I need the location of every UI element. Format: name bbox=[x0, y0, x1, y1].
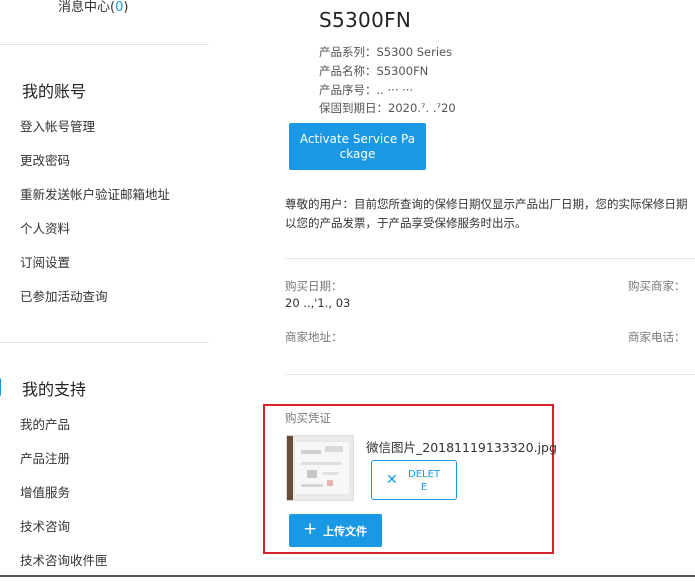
thumbnail-image bbox=[287, 436, 353, 500]
sidebar-item-events[interactable]: 已参加活动查询 bbox=[20, 286, 108, 305]
sidebar-item-profile[interactable]: 个人资料 bbox=[20, 218, 70, 237]
message-center-label: 消息中心( bbox=[58, 0, 116, 15]
upload-button-label: 上传文件 bbox=[323, 525, 367, 538]
section-title-support: 我的支持 bbox=[22, 380, 87, 399]
section-title-account: 我的账号 bbox=[22, 82, 87, 101]
active-section-marker bbox=[0, 378, 1, 396]
purchase-voucher-title: 购买凭证 bbox=[285, 411, 331, 425]
divider bbox=[0, 342, 209, 343]
sidebar-item-tech-inbox[interactable]: 技术咨询收件匣 bbox=[20, 550, 108, 569]
sidebar-item-value-added[interactable]: 增值服务 bbox=[20, 482, 70, 501]
close-icon: ✕ bbox=[386, 472, 398, 488]
merchant-label: 购买商家： bbox=[628, 279, 686, 293]
activate-button-line1: Activate Service Pa bbox=[299, 132, 416, 146]
sidebar-item-my-products[interactable]: 我的产品 bbox=[20, 414, 70, 433]
voucher-thumbnail[interactable] bbox=[286, 435, 354, 501]
sidebar-item-change-password[interactable]: 更改密码 bbox=[20, 150, 70, 169]
delete-file-button[interactable]: ✕ DELET E bbox=[371, 460, 457, 500]
product-name: 产品名称：S5300FN bbox=[319, 64, 429, 78]
product-title: S5300FN bbox=[319, 8, 412, 32]
sidebar: 消息中心(0) 我的账号 登入帐号管理 更改密码 重新发送帐户验证邮箱地址 个人… bbox=[0, 0, 209, 568]
divider bbox=[285, 374, 695, 375]
upload-file-button[interactable]: + 上传文件 bbox=[289, 514, 382, 547]
message-center-close: ) bbox=[123, 0, 129, 15]
delete-label-line1: DELET bbox=[408, 469, 441, 480]
sidebar-item-tech-consult[interactable]: 技术咨询 bbox=[20, 516, 70, 535]
delete-label-line2: E bbox=[420, 482, 428, 493]
divider bbox=[285, 258, 695, 259]
sidebar-item-product-registration[interactable]: 产品注册 bbox=[20, 448, 70, 467]
product-series: 产品系列：S5300 Series bbox=[319, 45, 453, 59]
delete-button-label: DELET E bbox=[408, 468, 440, 494]
main-content: S5300FN 产品系列：S5300 Series 产品名称：S5300FN 产… bbox=[209, 0, 695, 565]
bottom-border bbox=[0, 575, 695, 577]
activate-service-package-button[interactable]: Activate Service Pa ckage bbox=[289, 123, 426, 170]
voucher-file-name: 微信图片_20181119133320.jpg bbox=[366, 440, 557, 455]
purchase-date-value: 20 ..,'1., 03 bbox=[285, 296, 351, 310]
product-serial: 产品序号：.. ··· ··· bbox=[319, 83, 414, 97]
merchant-phone-label: 商家电话： bbox=[628, 330, 686, 344]
sidebar-item-login-account[interactable]: 登入帐号管理 bbox=[20, 116, 95, 135]
sidebar-item-subscription[interactable]: 订阅设置 bbox=[20, 252, 70, 271]
purchase-date-label: 购买日期： bbox=[285, 279, 343, 293]
activate-button-line2: ckage bbox=[339, 147, 376, 161]
plus-icon: + bbox=[303, 519, 318, 539]
divider bbox=[0, 44, 209, 45]
warranty-notice: 尊敬的用户：目前您所查询的保修日期仅显示产品出厂日期，您的实际保修日期以您的产品… bbox=[285, 197, 688, 230]
warranty-date: 保固到期日：2020.⁷. .⁷20 bbox=[319, 101, 456, 115]
sidebar-item-resend-verification[interactable]: 重新发送帐户验证邮箱地址 bbox=[20, 184, 170, 203]
merchant-address-label: 商家地址： bbox=[285, 330, 343, 344]
sidebar-item-message-center[interactable]: 消息中心(0) bbox=[58, 0, 128, 15]
